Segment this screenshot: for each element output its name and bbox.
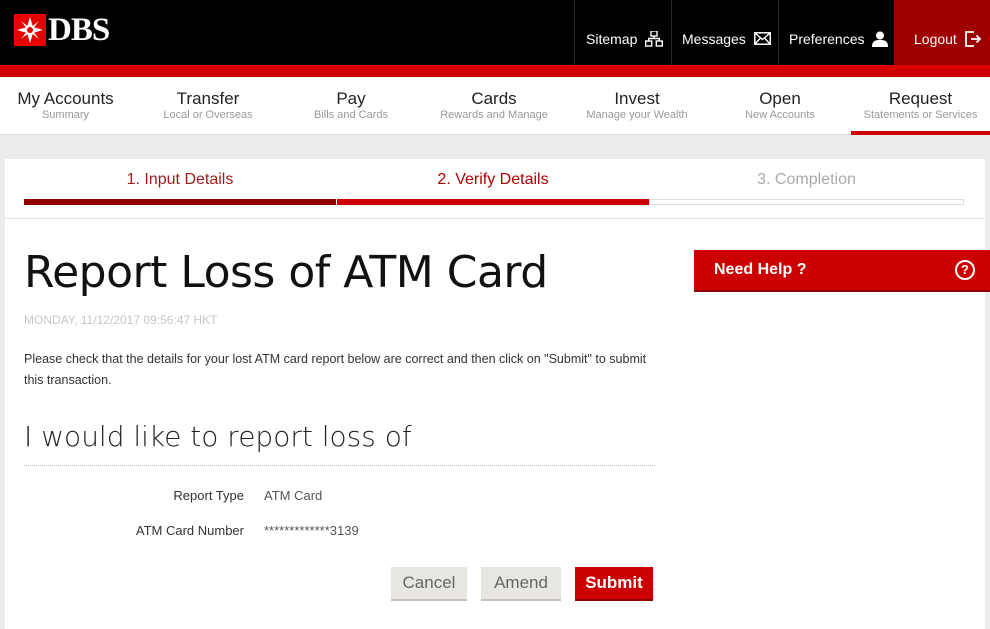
sitemap-icon	[645, 30, 664, 47]
question-icon: ?	[955, 260, 975, 280]
instructions-text: Please check that the details for your l…	[24, 352, 647, 387]
nav-active-underline	[851, 131, 990, 135]
cancel-button[interactable]: Cancel	[391, 567, 467, 601]
nav-subtitle: Rewards and Manage	[440, 109, 548, 121]
need-help-button[interactable]: Need Help ? ?	[694, 250, 990, 292]
logout-icon	[964, 30, 982, 47]
nav-cards[interactable]: Cards Rewards and Manage	[423, 77, 565, 135]
report-type-label: Report Type	[173, 488, 244, 503]
messages-label: Messages	[682, 30, 746, 47]
step-bar-pending	[649, 199, 964, 205]
nav-title: My Accounts	[17, 89, 114, 108]
nav-subtitle: Summary	[41, 109, 90, 121]
nav-title: Pay	[336, 89, 366, 108]
header-red-band	[0, 65, 990, 77]
amend-button[interactable]: Amend	[481, 567, 561, 601]
nav-invest[interactable]: Invest Manage your Wealth	[566, 77, 708, 135]
need-help-label: Need Help ?	[714, 261, 807, 278]
messages-link[interactable]: Messages	[671, 0, 778, 65]
submit-button[interactable]: Submit	[575, 567, 653, 601]
report-type-value: ATM Card	[264, 488, 323, 503]
sitemap-label: Sitemap	[586, 30, 638, 47]
brand-name: DBS	[48, 12, 110, 48]
section-divider	[24, 465, 655, 466]
preferences-link[interactable]: Preferences	[778, 0, 894, 65]
nav-subtitle: Statements or Services	[863, 109, 978, 121]
preferences-label: Preferences	[789, 30, 865, 47]
nav-subtitle: Bills and Cards	[314, 109, 388, 121]
atm-card-number-value: *************3139	[264, 523, 359, 538]
content-panel: 1. Input Details 2. Verify Details 3. Co…	[5, 159, 990, 629]
step-completion: 3. Completion	[757, 171, 856, 188]
sitemap-link[interactable]: Sitemap	[574, 0, 671, 65]
envelope-icon	[753, 32, 771, 45]
logout-link[interactable]: Logout	[894, 0, 990, 65]
steps-divider	[5, 218, 985, 219]
nav-title: Transfer	[176, 89, 240, 108]
step-bar-done	[24, 199, 336, 205]
nav-subtitle: Manage your Wealth	[586, 109, 688, 121]
nav-my-accounts[interactable]: My Accounts Summary	[0, 77, 131, 135]
step-input-details: 1. Input Details	[126, 171, 234, 188]
nav-title: Request	[888, 89, 953, 108]
nav-title: Open	[759, 89, 801, 108]
nav-subtitle: Local or Overseas	[163, 109, 253, 121]
top-header: DBS Sitemap Messages Preferences Logout	[0, 0, 990, 65]
nav-title: Cards	[471, 89, 517, 108]
logout-label: Logout	[914, 30, 957, 47]
step-bar-current	[337, 199, 649, 205]
dbs-logo[interactable]: DBS	[14, 12, 110, 48]
atm-card-number-label: ATM Card Number	[135, 523, 244, 538]
nav-title: Invest	[614, 89, 660, 108]
main-navigation: My Accounts Summary Transfer Local or Ov…	[0, 77, 990, 135]
nav-transfer[interactable]: Transfer Local or Overseas	[137, 77, 279, 135]
section-heading: I would like to report loss of	[24, 420, 412, 453]
user-icon	[872, 31, 889, 47]
page-title: Report Loss of ATM Card	[24, 247, 548, 298]
timestamp: MONDAY, 11/12/2017 09:56:47 HKT	[24, 313, 218, 327]
step-verify-details: 2. Verify Details	[437, 171, 549, 188]
nav-subtitle: New Accounts	[745, 109, 815, 121]
nav-open[interactable]: Open New Accounts	[709, 77, 851, 135]
nav-pay[interactable]: Pay Bills and Cards	[280, 77, 422, 135]
nav-request[interactable]: Request Statements or Services	[851, 77, 990, 135]
dbs-star-logo-icon	[14, 14, 46, 46]
